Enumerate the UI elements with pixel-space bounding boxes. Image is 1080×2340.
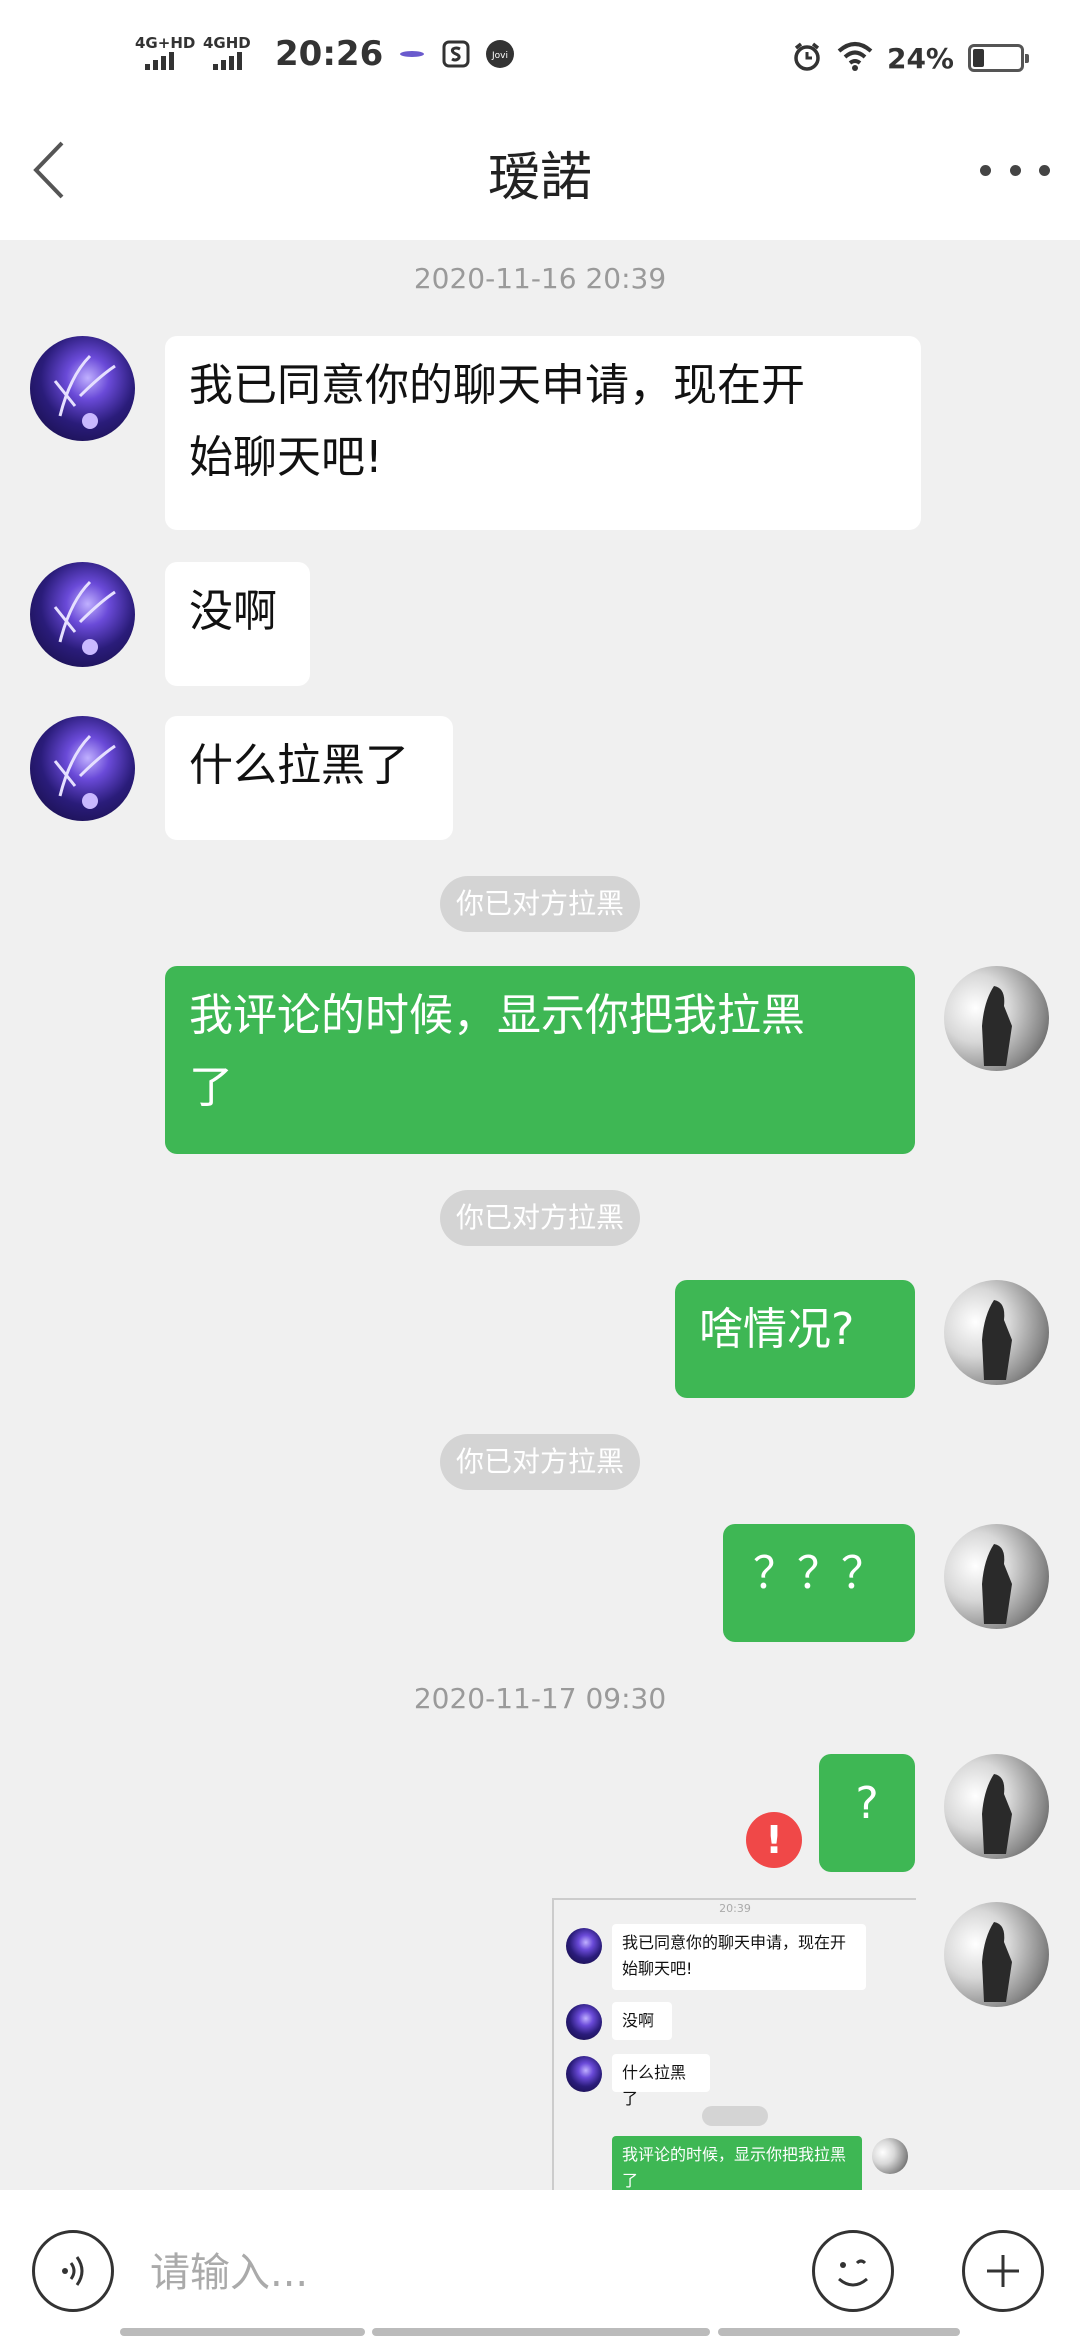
emoji-icon <box>838 2259 868 2287</box>
wifi-icon <box>837 41 873 75</box>
add-attachment-button[interactable] <box>962 2230 1044 2312</box>
page-title: 瑷諾 <box>487 148 592 208</box>
plus-icon <box>987 2255 1019 2287</box>
timestamp: 2020-11-16 20:39 <box>413 262 667 295</box>
jovi-icon: Jovi <box>485 39 515 69</box>
sent-message[interactable]: ？？？ <box>723 1524 915 1642</box>
nav-indicator <box>372 2328 710 2336</box>
my-avatar[interactable] <box>944 966 1049 1071</box>
voice-input-button[interactable] <box>32 2230 114 2312</box>
contact-avatar[interactable] <box>30 716 135 821</box>
thumbnail-message: 什么拉黑了 <box>612 2054 710 2108</box>
my-avatar[interactable] <box>944 1280 1049 1385</box>
my-avatar[interactable] <box>944 1754 1049 1859</box>
voice-icon <box>62 2256 84 2286</box>
status-bar: 4G+HD 4GHD 20:26 Jovi 24% <box>0 0 1080 105</box>
thumbnail-message: 我已同意你的聊天申请，现在开 始聊天吧! <box>612 1924 866 1990</box>
system-notice: 你已对方拉黑 <box>440 1434 640 1490</box>
my-avatar[interactable] <box>944 1524 1049 1629</box>
received-message[interactable]: 什么拉黑了 <box>165 716 453 840</box>
emoji-button[interactable] <box>812 2230 894 2312</box>
sent-message[interactable]: 我评论的时候，显示你把我拉黑 了 <box>165 966 915 1154</box>
s-app-icon <box>441 39 471 69</box>
message-input[interactable]: 请输入... <box>150 2240 308 2298</box>
timestamp: 2020-11-17 09:30 <box>413 1682 667 1715</box>
thumbnail-timestamp: 20:39 <box>719 1902 751 1915</box>
nav-indicator <box>120 2328 365 2336</box>
thumbnail-avatar <box>566 1928 602 1964</box>
system-notice: 你已对方拉黑 <box>440 1190 640 1246</box>
received-message[interactable]: 没啊 <box>165 562 310 686</box>
system-notice: 你已对方拉黑 <box>440 876 640 932</box>
app-notification-icon <box>397 39 427 69</box>
cellular-signal-icon: 4G+HD <box>135 34 195 74</box>
alarm-icon <box>791 40 823 76</box>
thumbnail-system-notice <box>702 2106 768 2126</box>
clock: 20:26 <box>275 34 384 74</box>
thumbnail-avatar <box>872 2138 908 2174</box>
image-message[interactable]: 20:39 我已同意你的聊天申请，现在开 始聊天吧! 没啊 什么拉黑了 我评论的… <box>552 1898 916 2190</box>
received-message[interactable]: 我已同意你的聊天申请，现在开 始聊天吧! <box>165 336 921 530</box>
thumbnail-avatar <box>566 2004 602 2040</box>
input-bar: 请输入... <box>0 2190 1080 2340</box>
nav-indicator <box>718 2328 960 2336</box>
contact-avatar[interactable] <box>30 562 135 667</box>
send-failed-icon[interactable]: ! <box>746 1812 802 1868</box>
sent-message[interactable]: ? <box>819 1754 915 1872</box>
chat-header: 瑷諾 <box>0 105 1080 240</box>
battery-percent: 24% <box>886 41 954 75</box>
svg-text:Jovi: Jovi <box>491 51 508 61</box>
thumbnail-avatar <box>566 2056 602 2092</box>
cellular-signal-icon: 4GHD <box>203 34 257 74</box>
more-options-button[interactable] <box>980 150 1050 190</box>
thumbnail-message: 没啊 <box>612 2002 672 2040</box>
thumbnail-message: 我评论的时候，显示你把我拉黑 了 <box>612 2136 862 2190</box>
contact-avatar[interactable] <box>30 336 135 441</box>
my-avatar[interactable] <box>944 1902 1049 2007</box>
battery-icon <box>968 44 1029 72</box>
sent-message[interactable]: 啥情况? <box>675 1280 915 1398</box>
